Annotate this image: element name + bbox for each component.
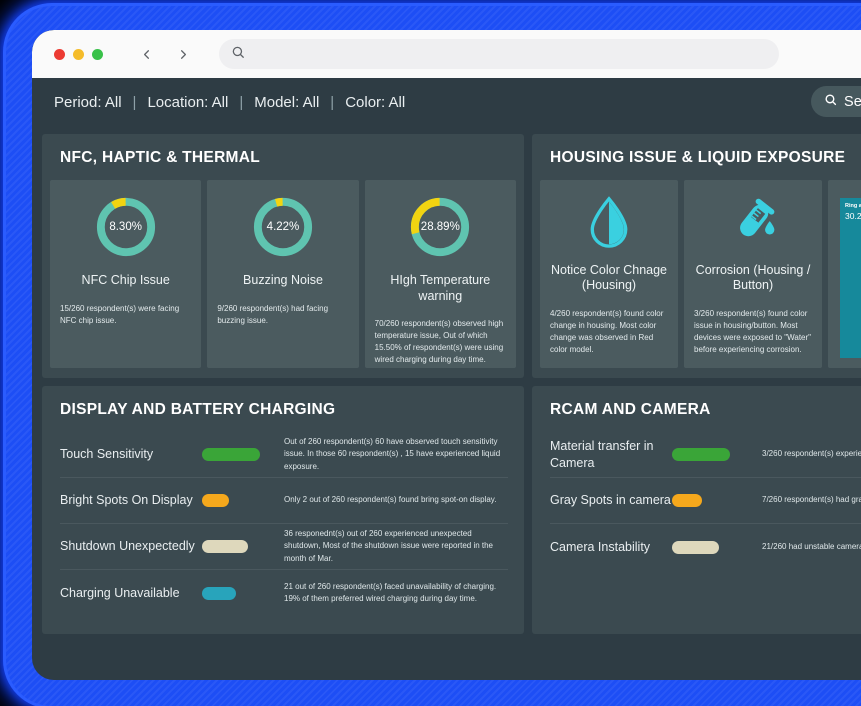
donut-value-label: 28.89% bbox=[407, 194, 473, 260]
bar-chart-card-ring-at-charging[interactable]: Ring at cha 30.28% bbox=[828, 180, 861, 368]
metric-card-notice-color-change[interactable]: Notice Color Chnage (Housing) 4/260 resp… bbox=[540, 180, 678, 368]
metric-card-nfc-chip-issue[interactable]: 8.30% NFC Chip Issue 15/260 respondent(s… bbox=[50, 180, 201, 368]
filter-separator: | bbox=[133, 94, 137, 111]
donut-chart-high-temperature-warning: 28.89% bbox=[407, 194, 473, 260]
metric-description: 3/260 respondent(s) found color issue in… bbox=[694, 308, 812, 356]
rcam-issue-list: Material transfer in Camera 3/260 respon… bbox=[532, 432, 861, 570]
bar-indicator bbox=[672, 494, 702, 507]
browser-toolbar bbox=[32, 30, 861, 78]
filter-color[interactable]: Color: All bbox=[345, 94, 405, 111]
panel-rcam-and-camera: RCAM AND CAMERA Material transfer in Cam… bbox=[532, 386, 861, 634]
filter-model[interactable]: Model: All bbox=[254, 94, 319, 111]
window-controls bbox=[54, 49, 103, 60]
panel-title: HOUSING ISSUE & LIQUID EXPOSURE bbox=[532, 144, 861, 180]
row-bar-cell bbox=[672, 494, 762, 507]
row-description: Out of 260 respondent(s) 60 have observe… bbox=[284, 436, 508, 473]
row-label: Shutdown Unexpectedly bbox=[60, 538, 202, 554]
bar-indicator bbox=[202, 448, 260, 461]
test-tube-glyph bbox=[727, 196, 779, 248]
row-bar-cell bbox=[672, 448, 762, 461]
list-item[interactable]: Shutdown Unexpectedly 36 responednt(s) o… bbox=[60, 524, 508, 570]
row-label: Gray Spots in camera bbox=[550, 492, 672, 508]
row-label: Camera Instability bbox=[550, 539, 672, 555]
row-label: Bright Spots On Display bbox=[60, 492, 202, 508]
panel-display-and-battery-charging: DISPLAY AND BATTERY CHARGING Touch Sensi… bbox=[42, 386, 524, 634]
row-description: 36 responednt(s) out of 260 experienced … bbox=[284, 528, 508, 565]
filter-bar: Period: All | Location: All | Model: All… bbox=[32, 78, 861, 126]
list-item[interactable]: Camera Instability 21/260 had unstable c… bbox=[550, 524, 861, 570]
metric-name: Corrosion (Housing / Button) bbox=[694, 263, 812, 294]
donut-value-label: 8.30% bbox=[93, 194, 159, 260]
panel-title: DISPLAY AND BATTERY CHARGING bbox=[42, 396, 524, 432]
metric-name: Buzzing Noise bbox=[243, 273, 323, 289]
metric-name: HIgh Temperature warning bbox=[375, 273, 506, 304]
bar-indicator bbox=[202, 540, 248, 553]
list-item[interactable]: Bright Spots On Display Only 2 out of 26… bbox=[60, 478, 508, 524]
row-label: Material transfer in Camera bbox=[550, 438, 672, 471]
water-drop-glyph bbox=[586, 196, 632, 248]
row-description: 3/260 respondent(s) experienced Most of … bbox=[762, 448, 861, 460]
filter-location[interactable]: Location: All bbox=[147, 94, 228, 111]
bar-column-label: Ring at cha bbox=[845, 203, 861, 209]
panel-nfc-haptic-thermal: NFC, HAPTIC & THERMAL 8.30% NFC Chip Iss… bbox=[42, 134, 524, 378]
bar-column-value: 30.28% bbox=[845, 211, 861, 221]
display-issue-list: Touch Sensitivity Out of 260 respondent(… bbox=[42, 432, 524, 616]
donut-value-label: 4.22% bbox=[250, 194, 316, 260]
close-window-button[interactable] bbox=[54, 49, 65, 60]
row-description: 7/260 respondent(s) had gray spo visible… bbox=[762, 494, 861, 506]
test-tube-icon bbox=[727, 194, 779, 250]
donut-chart-nfc-chip-issue: 8.30% bbox=[93, 194, 159, 260]
row-bar-cell bbox=[202, 540, 284, 553]
nfc-card-row: 8.30% NFC Chip Issue 15/260 respondent(s… bbox=[42, 180, 524, 376]
search-icon bbox=[231, 45, 245, 64]
list-item[interactable]: Gray Spots in camera 7/260 respondent(s)… bbox=[550, 478, 861, 524]
bar-column: Ring at cha 30.28% bbox=[840, 198, 861, 358]
panel-title: RCAM AND CAMERA bbox=[532, 396, 861, 432]
metric-description: 4/260 respondent(s) found color change i… bbox=[550, 308, 668, 356]
panel-title: NFC, HAPTIC & THERMAL bbox=[42, 144, 524, 180]
water-drop-icon bbox=[586, 194, 632, 250]
browser-window: Period: All | Location: All | Model: All… bbox=[32, 30, 861, 680]
row-bar-cell bbox=[202, 587, 284, 600]
panel-housing-issue-liquid-exposure: HOUSING ISSUE & LIQUID EXPOSURE Notice C… bbox=[532, 134, 861, 378]
filter-separator: | bbox=[239, 94, 243, 111]
row-bar-cell bbox=[202, 494, 284, 507]
metric-name: Notice Color Chnage (Housing) bbox=[550, 263, 668, 294]
metric-card-corrosion[interactable]: Corrosion (Housing / Button) 3/260 respo… bbox=[684, 180, 822, 368]
metric-card-high-temperature-warning[interactable]: 28.89% HIgh Temperature warning 70/260 r… bbox=[365, 180, 516, 368]
filter-separator: | bbox=[330, 94, 334, 111]
list-item[interactable]: Touch Sensitivity Out of 260 respondent(… bbox=[60, 432, 508, 478]
metric-description: 15/260 respondent(s) were facing NFC chi… bbox=[60, 303, 191, 327]
dashboard-grid: NFC, HAPTIC & THERMAL 8.30% NFC Chip Iss… bbox=[32, 126, 861, 634]
metric-description: 70/260 respondent(s) observed high tempe… bbox=[375, 318, 506, 366]
address-bar-input[interactable] bbox=[219, 39, 779, 69]
forward-icon[interactable] bbox=[176, 47, 191, 62]
back-icon[interactable] bbox=[139, 47, 154, 62]
metric-description: 9/260 respondent(s) had facing buzzing i… bbox=[217, 303, 348, 327]
search-button[interactable]: Search bbox=[811, 86, 861, 117]
housing-card-row: Notice Color Chnage (Housing) 4/260 resp… bbox=[532, 180, 861, 376]
bar-indicator bbox=[202, 587, 236, 600]
bar-indicator bbox=[202, 494, 229, 507]
row-bar-cell bbox=[202, 448, 284, 461]
list-item[interactable]: Charging Unavailable 21 out of 260 respo… bbox=[60, 570, 508, 616]
bar-indicator bbox=[672, 541, 719, 554]
row-bar-cell bbox=[672, 541, 762, 554]
bar-indicator bbox=[672, 448, 730, 461]
metric-name: NFC Chip Issue bbox=[82, 273, 170, 289]
metric-card-buzzing-noise[interactable]: 4.22% Buzzing Noise 9/260 respondent(s) … bbox=[207, 180, 358, 368]
donut-chart-buzzing-noise: 4.22% bbox=[250, 194, 316, 260]
search-icon bbox=[824, 93, 837, 110]
row-label: Charging Unavailable bbox=[60, 585, 202, 601]
filter-period[interactable]: Period: All bbox=[54, 94, 122, 111]
minimize-window-button[interactable] bbox=[73, 49, 84, 60]
maximize-window-button[interactable] bbox=[92, 49, 103, 60]
row-description: 21/260 had unstable camera. Mos maximum … bbox=[762, 541, 861, 553]
row-label: Touch Sensitivity bbox=[60, 446, 202, 462]
search-button-label: Search bbox=[844, 94, 861, 110]
row-description: 21 out of 260 respondent(s) faced unavai… bbox=[284, 581, 508, 606]
navigation-controls bbox=[139, 47, 191, 62]
list-item[interactable]: Material transfer in Camera 3/260 respon… bbox=[550, 432, 861, 478]
row-description: Only 2 out of 260 respondent(s) found br… bbox=[284, 494, 508, 506]
